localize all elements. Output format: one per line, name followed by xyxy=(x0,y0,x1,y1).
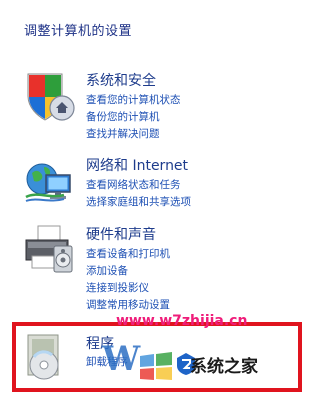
link-connect-projector[interactable]: 连接到投影仪 xyxy=(86,280,170,297)
network-globe-icon xyxy=(25,163,71,202)
watermark-url: www.w7zhijia.cn xyxy=(116,313,248,329)
link-troubleshoot[interactable]: 查找并解决问题 xyxy=(86,126,181,143)
category-title-security[interactable]: 系统和安全 xyxy=(86,70,156,90)
link-view-computer-status[interactable]: 查看您的计算机状态 xyxy=(86,92,181,109)
link-view-devices-printers[interactable]: 查看设备和打印机 xyxy=(86,246,170,263)
windows7-logo-watermark: W xyxy=(101,339,172,380)
link-add-device[interactable]: 添加设备 xyxy=(86,263,170,280)
category-title-hardware[interactable]: 硬件和声音 xyxy=(86,224,156,244)
watermark-brand: 系统之家 xyxy=(190,357,258,377)
shield-icon xyxy=(27,73,75,121)
category-title-network[interactable]: 网络和 Internet xyxy=(86,155,188,175)
link-homegroup-sharing[interactable]: 选择家庭组和共享选项 xyxy=(86,194,191,211)
page-title: 调整计算机的设置 xyxy=(24,24,133,39)
link-mobility-settings[interactable]: 调整常用移动设置 xyxy=(86,297,170,314)
printer-icon xyxy=(25,225,73,273)
link-backup-computer[interactable]: 备份您的计算机 xyxy=(86,109,181,126)
link-view-network-status[interactable]: 查看网络状态和任务 xyxy=(86,177,191,194)
svg-text:W: W xyxy=(101,339,141,379)
